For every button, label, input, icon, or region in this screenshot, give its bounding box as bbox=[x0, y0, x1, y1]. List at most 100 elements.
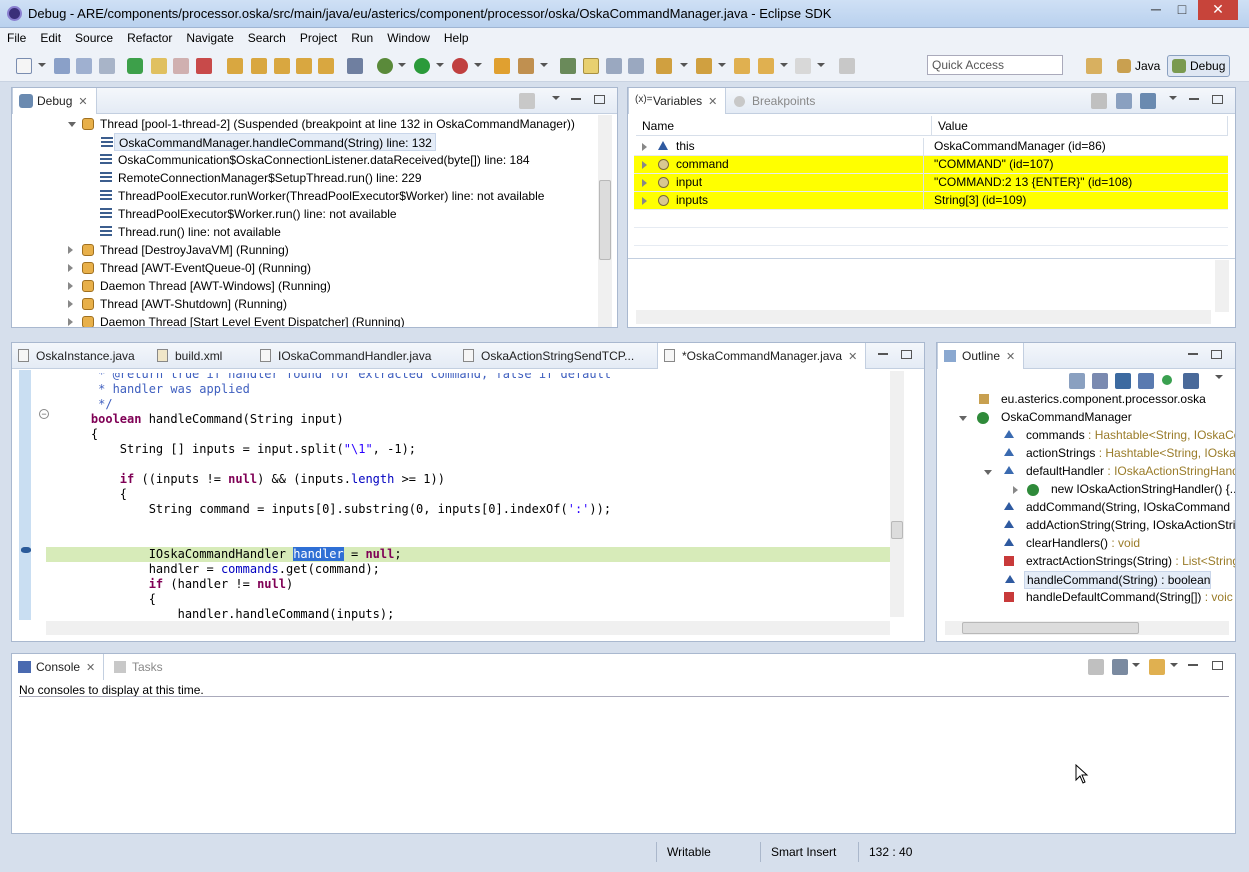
mark-occurrences-icon[interactable] bbox=[583, 58, 599, 74]
search-icon[interactable] bbox=[518, 58, 534, 74]
quick-access-input[interactable]: Quick Access bbox=[927, 55, 1063, 75]
hide-local-types-icon[interactable] bbox=[1183, 373, 1199, 389]
close-tab-icon[interactable]: ✕ bbox=[1006, 350, 1015, 363]
outline-item[interactable]: addActionString(String, IOskaActionStri bbox=[1004, 517, 1235, 535]
outline-item[interactable]: eu.asterics.component.processor.oska bbox=[979, 391, 1206, 409]
perspective-debug[interactable]: Debug bbox=[1167, 55, 1231, 77]
new-dropdown-icon[interactable] bbox=[38, 63, 46, 67]
expand-arrow-icon[interactable] bbox=[68, 282, 73, 290]
outline-item[interactable]: clearHandlers() : void bbox=[1004, 535, 1140, 553]
tab-variables[interactable]: (x)= Variables ✕ bbox=[628, 88, 727, 114]
sort-icon[interactable] bbox=[1092, 373, 1108, 389]
debug-scroll-thumb[interactable] bbox=[599, 180, 611, 260]
outline-item[interactable]: commands : Hashtable<String, IOskaCo bbox=[1004, 427, 1235, 445]
menu-help[interactable]: Help bbox=[437, 28, 476, 45]
minimize-view-icon[interactable] bbox=[1188, 353, 1198, 355]
hide-static-icon[interactable] bbox=[1138, 373, 1154, 389]
expand-arrow-icon[interactable] bbox=[68, 318, 73, 326]
outline-item[interactable]: addCommand(String, IOskaCommand bbox=[1004, 499, 1230, 517]
maximize-view-icon[interactable] bbox=[1211, 350, 1222, 359]
step-return-icon[interactable] bbox=[274, 58, 290, 74]
expand-arrow-expanded-icon[interactable] bbox=[959, 416, 967, 421]
close-tab-icon[interactable]: ✕ bbox=[848, 350, 857, 363]
step-over-icon[interactable] bbox=[251, 58, 267, 74]
column-value[interactable]: Value bbox=[932, 116, 1228, 136]
previous-annotation-dropdown-icon[interactable] bbox=[718, 63, 726, 67]
view-menu-icon[interactable] bbox=[1169, 96, 1177, 100]
close-tab-icon[interactable]: ✕ bbox=[78, 95, 87, 108]
expand-arrow-icon[interactable] bbox=[68, 300, 73, 308]
use-step-filters-icon[interactable] bbox=[318, 58, 334, 74]
code-editor[interactable]: * @return true if handler found for extr… bbox=[46, 373, 896, 625]
minimize-view-icon[interactable] bbox=[1188, 664, 1198, 666]
minimize-view-icon[interactable] bbox=[571, 98, 581, 100]
outline-item[interactable]: handleCommand(String) : boolean bbox=[1005, 571, 1212, 589]
external-tools-dropdown-icon[interactable] bbox=[474, 63, 482, 67]
open-console-icon[interactable] bbox=[1149, 659, 1165, 675]
back-icon[interactable] bbox=[758, 58, 774, 74]
perspective-java[interactable]: Java bbox=[1112, 55, 1165, 77]
next-annotation-icon[interactable] bbox=[656, 58, 672, 74]
expand-arrow-icon[interactable] bbox=[1013, 486, 1018, 494]
menu-source[interactable]: Source bbox=[68, 28, 120, 45]
maximize-view-icon[interactable] bbox=[1212, 95, 1223, 104]
close-button[interactable]: ✕ bbox=[1198, 0, 1238, 20]
tab-console[interactable]: Console ✕ bbox=[12, 654, 105, 680]
run-icon[interactable] bbox=[414, 58, 430, 74]
save-icon[interactable] bbox=[54, 58, 70, 74]
editor-scroll-thumb[interactable] bbox=[891, 521, 903, 539]
menu-project[interactable]: Project bbox=[293, 28, 344, 45]
print-icon[interactable] bbox=[99, 58, 115, 74]
debug-dropdown-icon[interactable] bbox=[398, 63, 406, 67]
variable-row[interactable]: input "COMMAND:2 13 {ENTER}" (id=108) bbox=[634, 174, 1228, 192]
block-selection-icon[interactable] bbox=[606, 58, 622, 74]
forward-icon[interactable] bbox=[795, 58, 811, 74]
show-whitespace-icon[interactable] bbox=[628, 58, 644, 74]
editor-tab-oskainstance[interactable]: OskaInstance.java bbox=[12, 343, 143, 369]
outline-item[interactable]: handleDefaultCommand(String[]) : voic bbox=[1004, 589, 1233, 607]
previous-annotation-icon[interactable] bbox=[696, 58, 712, 74]
editor-vscrollbar[interactable] bbox=[890, 371, 904, 617]
variable-row[interactable]: inputs String[3] (id=109) bbox=[634, 192, 1228, 210]
display-console-dropdown-icon[interactable] bbox=[1132, 663, 1140, 667]
close-tab-icon[interactable]: ✕ bbox=[86, 661, 95, 674]
last-edit-location-icon[interactable] bbox=[734, 58, 750, 74]
skip-breakpoints-icon[interactable] bbox=[347, 58, 363, 74]
editor-tab-ioskacommandhandler[interactable]: IOskaCommandHandler.java bbox=[254, 343, 439, 369]
expand-arrow-expanded-icon[interactable] bbox=[68, 122, 76, 127]
editor-tab-oskaactionstringsendtcp[interactable]: OskaActionStringSendTCP... bbox=[457, 343, 642, 369]
debug-icon[interactable] bbox=[377, 58, 393, 74]
expand-arrow-expanded-icon[interactable] bbox=[984, 470, 992, 475]
step-into-icon[interactable] bbox=[227, 58, 243, 74]
external-tools-icon[interactable] bbox=[452, 58, 468, 74]
disconnect-icon[interactable] bbox=[196, 58, 212, 74]
detail-hscrollbar[interactable] bbox=[636, 310, 1211, 324]
suspend-icon[interactable] bbox=[151, 58, 167, 74]
outline-scroll-thumb[interactable] bbox=[962, 622, 1139, 634]
run-dropdown-icon[interactable] bbox=[436, 63, 444, 67]
minimize-view-icon[interactable] bbox=[1189, 98, 1199, 100]
show-type-names-icon[interactable] bbox=[1091, 93, 1107, 109]
tab-debug[interactable]: Debug ✕ bbox=[12, 88, 97, 114]
editor-tab-oskacommandmanager[interactable]: *OskaCommandManager.java ✕ bbox=[657, 343, 867, 369]
expand-arrow-icon[interactable] bbox=[68, 246, 73, 254]
maximize-view-icon[interactable] bbox=[901, 350, 912, 359]
detail-vscrollbar[interactable] bbox=[1215, 260, 1229, 312]
drop-to-frame-icon[interactable] bbox=[296, 58, 312, 74]
remove-terminated-icon[interactable] bbox=[519, 93, 535, 109]
pin-editor-icon[interactable] bbox=[839, 58, 855, 74]
save-all-icon[interactable] bbox=[76, 58, 92, 74]
tab-outline[interactable]: Outline ✕ bbox=[937, 343, 1025, 369]
debug-stack-frame-row[interactable]: OskaCommandManager.handleCommand(String)… bbox=[101, 133, 436, 151]
view-menu-icon[interactable] bbox=[552, 96, 560, 100]
expand-arrow-icon[interactable] bbox=[68, 264, 73, 272]
outline-hscrollbar[interactable] bbox=[945, 621, 1229, 635]
collapse-all-icon[interactable] bbox=[1140, 93, 1156, 109]
tab-breakpoints[interactable]: Breakpoints bbox=[728, 88, 823, 114]
outline-item[interactable]: OskaCommandManager bbox=[959, 409, 1132, 427]
back-dropdown-icon[interactable] bbox=[780, 63, 788, 67]
open-type-icon[interactable] bbox=[494, 58, 510, 74]
tab-tasks[interactable]: Tasks bbox=[108, 654, 171, 680]
menu-search[interactable]: Search bbox=[241, 28, 293, 45]
next-annotation-dropdown-icon[interactable] bbox=[680, 63, 688, 67]
